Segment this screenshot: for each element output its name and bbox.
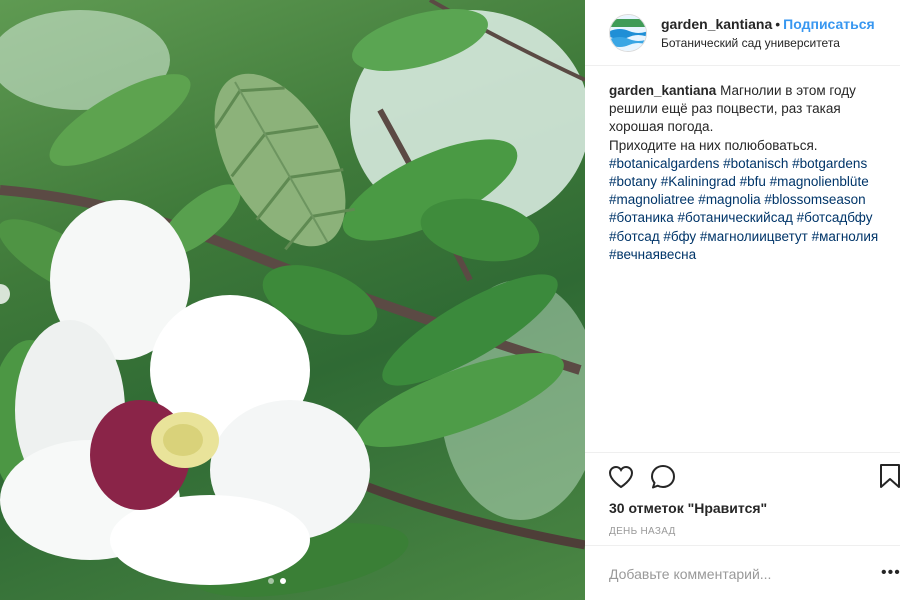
comment-input[interactable] bbox=[609, 565, 859, 582]
post-caption: garden_kantiana Магнолии в этом году реш… bbox=[609, 82, 899, 264]
more-options-button[interactable]: ••• bbox=[881, 564, 900, 582]
comment-row: ••• bbox=[585, 545, 900, 600]
carousel-dot-2 bbox=[280, 578, 286, 584]
header-username[interactable]: garden_kantiana bbox=[661, 16, 772, 32]
garden-logo-icon bbox=[610, 14, 646, 51]
post-actions: 30 отметок "Нравится" ДЕНЬ НАЗАД ••• bbox=[585, 452, 900, 600]
header-separator: • bbox=[775, 15, 781, 32]
location-link[interactable]: Ботанический сад университета bbox=[661, 35, 875, 51]
post-photo[interactable] bbox=[0, 0, 585, 600]
avatar[interactable] bbox=[609, 13, 647, 52]
comment-icon bbox=[651, 465, 675, 489]
caption-text-2: Приходите на них полюбоваться. bbox=[609, 137, 818, 153]
like-button[interactable] bbox=[607, 463, 635, 491]
post-timestamp[interactable]: ДЕНЬ НАЗАД bbox=[609, 526, 676, 537]
magnolia-photo bbox=[0, 0, 585, 597]
save-button[interactable] bbox=[879, 463, 900, 491]
heart-icon bbox=[608, 465, 634, 489]
post-panel: garden_kantiana • Подписаться Ботанический… bbox=[585, 0, 900, 600]
caption-username[interactable]: garden_kantiana bbox=[609, 83, 716, 98]
carousel-dot-1 bbox=[268, 578, 274, 584]
post-header: garden_kantiana • Подписаться Ботанический… bbox=[585, 0, 900, 66]
caption-hashtags[interactable]: #botanicalgardens #botanisch #botgardens… bbox=[609, 156, 878, 262]
comment-button[interactable] bbox=[649, 463, 677, 491]
follow-button[interactable]: Подписаться bbox=[783, 16, 875, 32]
carousel-indicator bbox=[268, 578, 286, 584]
likes-count[interactable]: 30 отметок "Нравится" bbox=[609, 500, 767, 516]
bookmark-icon bbox=[880, 464, 900, 488]
